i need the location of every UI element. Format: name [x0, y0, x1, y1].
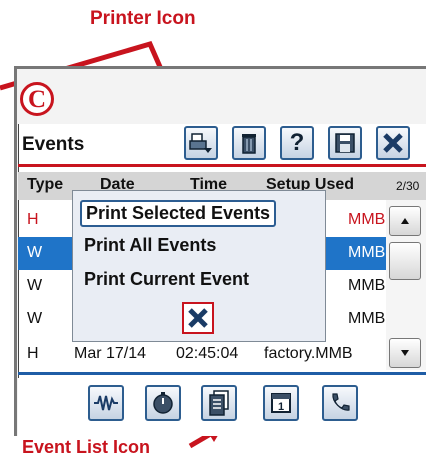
row-setup: factory.MMB [264, 345, 353, 362]
page-title: Events [22, 134, 85, 155]
row-setup: MMB [348, 310, 386, 327]
close-button[interactable] [376, 126, 410, 160]
title-divider [18, 164, 426, 167]
save-icon [335, 133, 355, 153]
close-icon [188, 308, 208, 328]
print-current-event-option[interactable]: Print Current Event [84, 269, 249, 290]
row-type: W [27, 244, 43, 261]
step-badge: C [20, 82, 54, 116]
svg-text:1: 1 [278, 401, 284, 413]
calendar-button[interactable]: 1 [263, 385, 299, 421]
delete-button[interactable] [232, 126, 266, 160]
timer-button[interactable] [145, 385, 181, 421]
close-icon [383, 133, 403, 153]
help-icon: ? [289, 129, 305, 156]
timer-icon [153, 392, 173, 414]
print-menu-close-button[interactable] [182, 302, 214, 334]
triangle-up-icon [401, 218, 409, 224]
triangle-down-icon [401, 350, 409, 356]
event-list-button[interactable] [201, 385, 237, 421]
event-list-icon [209, 390, 229, 416]
scroll-thumb[interactable] [389, 242, 421, 280]
trash-icon [242, 134, 256, 154]
print-all-events-option[interactable]: Print All Events [84, 235, 216, 256]
row-setup: MMB [348, 277, 386, 294]
waveform-button[interactable] [88, 385, 124, 421]
phone-icon [332, 393, 350, 411]
nav-divider [18, 372, 426, 375]
column-type[interactable]: Type [27, 176, 63, 194]
help-button[interactable]: ? [280, 126, 314, 160]
row-type: H [27, 345, 39, 362]
row-type: H [27, 211, 39, 228]
row-type: W [27, 310, 43, 327]
scroll-down-button[interactable] [389, 338, 421, 368]
row-date: Mar 17/14 [74, 345, 147, 362]
row-type: W [27, 277, 43, 294]
print-button[interactable] [184, 126, 218, 160]
phone-button[interactable] [322, 385, 358, 421]
row-setup: MMB [348, 211, 386, 228]
save-button[interactable] [328, 126, 362, 160]
row-setup: MMB [348, 244, 386, 261]
row-time: 02:45:04 [176, 345, 239, 362]
scroll-up-button[interactable] [389, 206, 421, 236]
waveform-icon [94, 395, 118, 411]
calendar-icon: 1 [271, 393, 291, 413]
print-selected-events-option[interactable]: Print Selected Events [80, 200, 277, 227]
event-count: 2/30 [396, 179, 420, 193]
event-list-icon-callout: Event List Icon [22, 437, 151, 457]
printer-icon [189, 133, 212, 153]
table-row[interactable]: H Mar 17/14 02:45:04 factory.MMB [18, 338, 386, 371]
